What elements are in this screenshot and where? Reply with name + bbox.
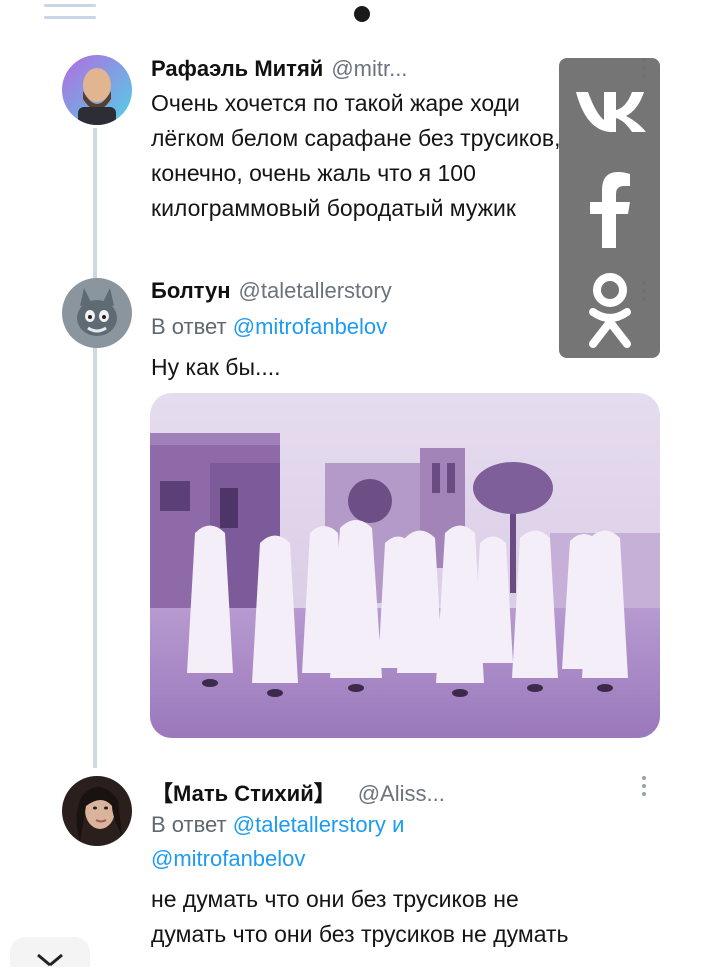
thread-line xyxy=(93,128,97,768)
user-name[interactable]: Болтун xyxy=(151,278,231,303)
social-share-panel xyxy=(559,58,660,358)
reply-prefix: В ответ xyxy=(151,812,227,837)
mention-link[interactable]: @mitrofanbelov xyxy=(151,846,305,871)
text-line: Ну как бы.... xyxy=(151,354,281,380)
reply-to: В ответ @taletallerstory и @mitrofanbelo… xyxy=(151,808,404,876)
avatar[interactable] xyxy=(62,776,132,846)
tweet-header: 【Мать Стихий】 @Aliss... xyxy=(151,776,445,808)
odnoklassniki-icon[interactable] xyxy=(559,268,660,352)
hamburger-lines-icon[interactable] xyxy=(44,4,96,24)
user-handle[interactable]: @mitr... xyxy=(331,56,407,81)
mention-link[interactable]: @taletallerstory xyxy=(233,812,386,837)
tweet-text: Очень хочется по такой жаре ходи лёгком … xyxy=(151,86,561,226)
text-line: думать что они без трусиков не думать xyxy=(151,921,569,947)
reply-to: В ответ @mitrofanbelov xyxy=(151,310,387,344)
reply-prefix: В ответ xyxy=(151,314,227,339)
tweet-header: Рафаэль Митяй @mitr... xyxy=(151,56,407,82)
tweet-text: Ну как бы.... xyxy=(151,350,281,385)
close-icon[interactable] xyxy=(10,937,90,967)
bald-bearded-man-avatar-icon xyxy=(62,55,132,125)
top-bar xyxy=(0,0,720,36)
cartoon-cat-avatar-icon xyxy=(62,278,132,348)
woman-portrait-avatar-icon xyxy=(62,776,132,846)
text-line: лёгком белом сарафане без трусиков, xyxy=(151,125,561,151)
tweet-header: Болтун @taletallerstory xyxy=(151,278,392,304)
text-line: Очень хочется по такой жаре ходи xyxy=(151,90,520,116)
avatar[interactable] xyxy=(62,55,132,125)
tweet-photo[interactable] xyxy=(150,393,660,738)
text-line: килограммовый бородатый мужик xyxy=(151,195,516,221)
text-line: конечно, очень жаль что я 100 xyxy=(151,160,476,186)
user-handle[interactable]: @Aliss... xyxy=(358,781,445,806)
text-line: не думать что они без трусиков не xyxy=(151,886,519,912)
user-name[interactable]: Рафаэль Митяй xyxy=(151,56,323,81)
vk-icon[interactable] xyxy=(559,76,660,146)
reply-joiner: и xyxy=(392,812,405,837)
facebook-icon[interactable] xyxy=(559,170,660,250)
more-options-icon[interactable] xyxy=(642,776,648,800)
user-handle[interactable]: @taletallerstory xyxy=(239,278,392,303)
tweet-text: не думать что они без трусиков не думать… xyxy=(151,882,569,952)
page-dot-icon xyxy=(354,6,370,22)
bottom-bar xyxy=(10,937,90,967)
men-in-white-robes-walking-photo-icon xyxy=(150,393,660,738)
avatar[interactable] xyxy=(62,278,132,348)
mention-link[interactable]: @mitrofanbelov xyxy=(233,314,387,339)
user-name[interactable]: 【Мать Стихий】 xyxy=(151,781,336,806)
